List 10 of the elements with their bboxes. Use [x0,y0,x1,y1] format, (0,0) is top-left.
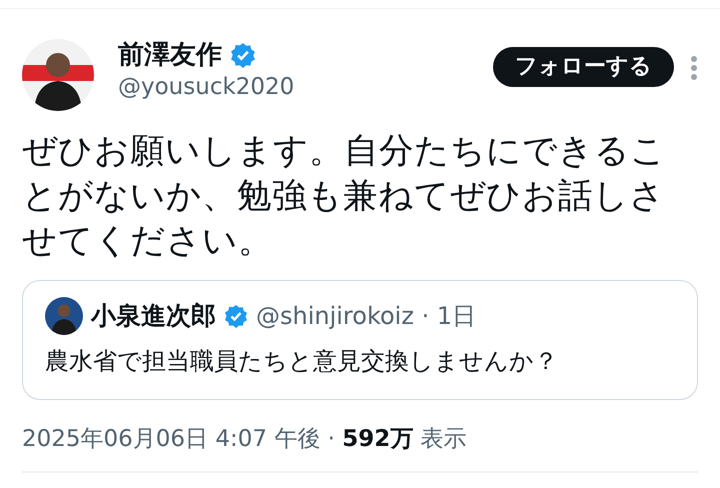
quoted-post-text: 農水省で担当職員たちと意見交換しませんか？ [45,346,559,377]
quoted-author-handle: @shinjirokoiz · 1日 [256,301,476,332]
author-name: 前澤友作 [118,39,222,71]
quoted-post-card[interactable]: 小泉進次郎 @shinjirokoiz · 1日 農水省で担当職員たちと意見交換しませんか？ [22,280,698,400]
author-handle: @yousuck2020 [118,73,296,102]
quoted-author-name: 小泉進次郎 [91,300,216,332]
more-icon[interactable] [690,55,698,81]
post-timestamp: 2025年06月06日 4:07 午後 · 592万 表示 [22,425,468,454]
follow-button[interactable]: フォローする [493,47,674,87]
post-text: ぜひお願いします。自分たちにできることがないか、勉強も兼ねてぜひお話しさせてください。 [22,130,667,263]
